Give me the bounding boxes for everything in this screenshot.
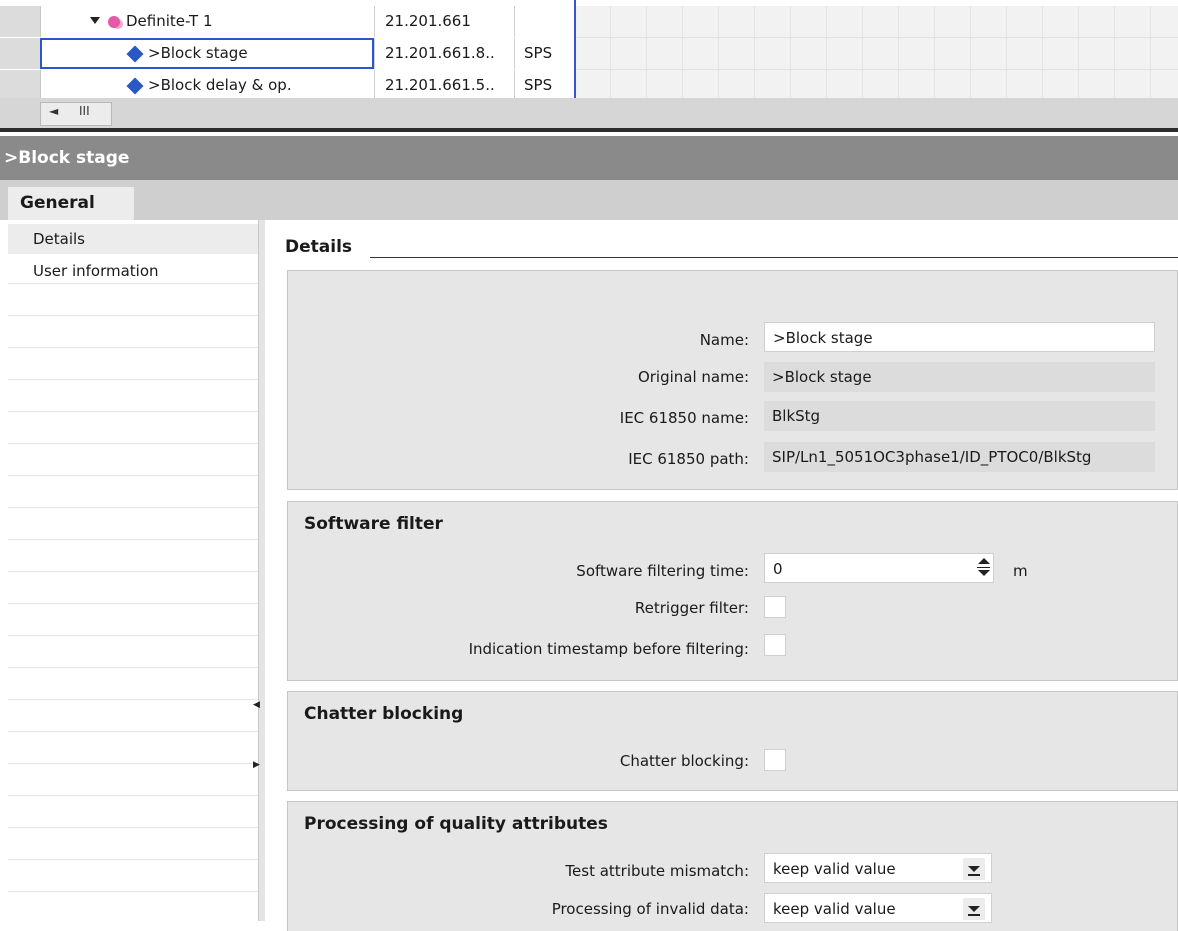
heading-rule [370, 257, 1178, 258]
software-filter-title: Software filter [304, 514, 443, 534]
horizontal-scrollbar[interactable]: ◄ III [0, 98, 1178, 128]
test-attribute-mismatch-select[interactable]: keep valid value [764, 853, 992, 883]
invalid-data-select[interactable]: keep valid value [764, 893, 992, 923]
details-heading: Details [285, 237, 353, 257]
retrigger-filter-checkbox[interactable] [764, 596, 786, 618]
nav-item-details[interactable]: Details [8, 224, 258, 254]
collapse-left-arrow-icon[interactable]: ◀ [253, 700, 260, 710]
tree-row-block-stage[interactable]: >Block stage 21.201.661.8.. SPS [0, 38, 1178, 70]
tree-grid-cells [574, 6, 1178, 38]
original-name-value: >Block stage [764, 362, 1155, 392]
retrigger-filter-label: Retrigger filter: [634, 599, 749, 617]
original-name-label: Original name: [637, 368, 749, 386]
inspector-tab-bar: General [0, 180, 1178, 220]
tree-node-label: Definite-T 1 [126, 12, 213, 30]
function-group-icon [108, 16, 120, 28]
column-marker-line [574, 0, 576, 100]
nav-splitter[interactable]: ◀ ▶ [253, 220, 265, 921]
tree-name-cell: >Block stage [40, 38, 374, 69]
expand-right-arrow-icon[interactable]: ▶ [253, 760, 260, 770]
iec-path-value: SIP/Ln1_5051OC3phase1/ID_PTOC0/BlkStg [764, 442, 1155, 472]
tree-node-label: >Block stage [148, 44, 248, 62]
row-gutter [0, 38, 41, 69]
chatter-blocking-label: Chatter blocking: [619, 752, 749, 770]
quality-attributes-group: Processing of quality attributes Test at… [287, 801, 1178, 931]
tree-name-cell: Definite-T 1 [40, 6, 374, 37]
quality-attributes-title: Processing of quality attributes [304, 814, 608, 834]
chatter-blocking-group: Chatter blocking Chatter blocking: [287, 691, 1178, 791]
iec-name-label: IEC 61850 name: [619, 409, 749, 427]
scroll-grip-icon: III [79, 104, 90, 118]
dropdown-arrow-icon[interactable] [963, 898, 985, 920]
timestamp-before-filtering-checkbox[interactable] [764, 634, 786, 656]
timestamp-before-filtering-label: Indication timestamp before filtering: [468, 640, 749, 658]
pane-divider[interactable] [0, 128, 1178, 132]
chatter-blocking-checkbox[interactable] [764, 749, 786, 771]
tree-row-definite-t1[interactable]: Definite-T 1 21.201.661 [0, 6, 1178, 38]
tree-value-cell: 21.201.661.5.. [374, 70, 525, 101]
iec-name-value: BlkStg [764, 401, 1155, 431]
inspector-left-nav: Details User information [8, 220, 258, 921]
name-label: Name: [699, 331, 749, 349]
test-attribute-mismatch-label: Test attribute mismatch: [565, 862, 749, 880]
details-group: Name: >Block stage Original name: >Block… [287, 270, 1178, 490]
tree-grid-cells [574, 38, 1178, 70]
scrollbar-thumb[interactable]: ◄ III [40, 102, 112, 126]
select-value: keep valid value [773, 900, 896, 918]
signal-diamond-icon [126, 77, 144, 95]
expand-arrow-icon[interactable] [90, 17, 100, 24]
chatter-blocking-title: Chatter blocking [304, 704, 464, 724]
row-gutter [0, 70, 41, 101]
tree-row-block-delay[interactable]: >Block delay & op. 21.201.661.5.. SPS [0, 70, 1178, 102]
invalid-data-label: Processing of invalid data: [551, 900, 749, 918]
iec-path-label: IEC 61850 path: [628, 450, 749, 468]
tree-node-label: >Block delay & op. [148, 76, 292, 94]
tab-general[interactable]: General [8, 187, 134, 220]
filtering-time-unit: m [1013, 562, 1028, 580]
filtering-time-label: Software filtering time: [576, 562, 749, 580]
spinner-updown-icon[interactable] [976, 557, 990, 579]
tree-name-cell: >Block delay & op. [40, 70, 374, 101]
select-value: keep valid value [773, 860, 896, 878]
name-input[interactable]: >Block stage [764, 322, 1155, 352]
tree-value-cell: 21.201.661.8.. [374, 38, 525, 69]
dropdown-arrow-icon[interactable] [963, 858, 985, 880]
tree-value-cell: 21.201.661 [374, 6, 525, 37]
row-gutter [0, 6, 41, 37]
filtering-time-input[interactable]: 0 [764, 553, 994, 583]
scroll-left-arrow-icon[interactable]: ◄ [49, 104, 58, 118]
inspector-title: >Block stage [0, 136, 1178, 180]
nav-item-user-information[interactable]: User information [8, 256, 258, 286]
software-filter-group: Software filter Software filtering time:… [287, 501, 1178, 681]
signal-diamond-icon [126, 45, 144, 63]
